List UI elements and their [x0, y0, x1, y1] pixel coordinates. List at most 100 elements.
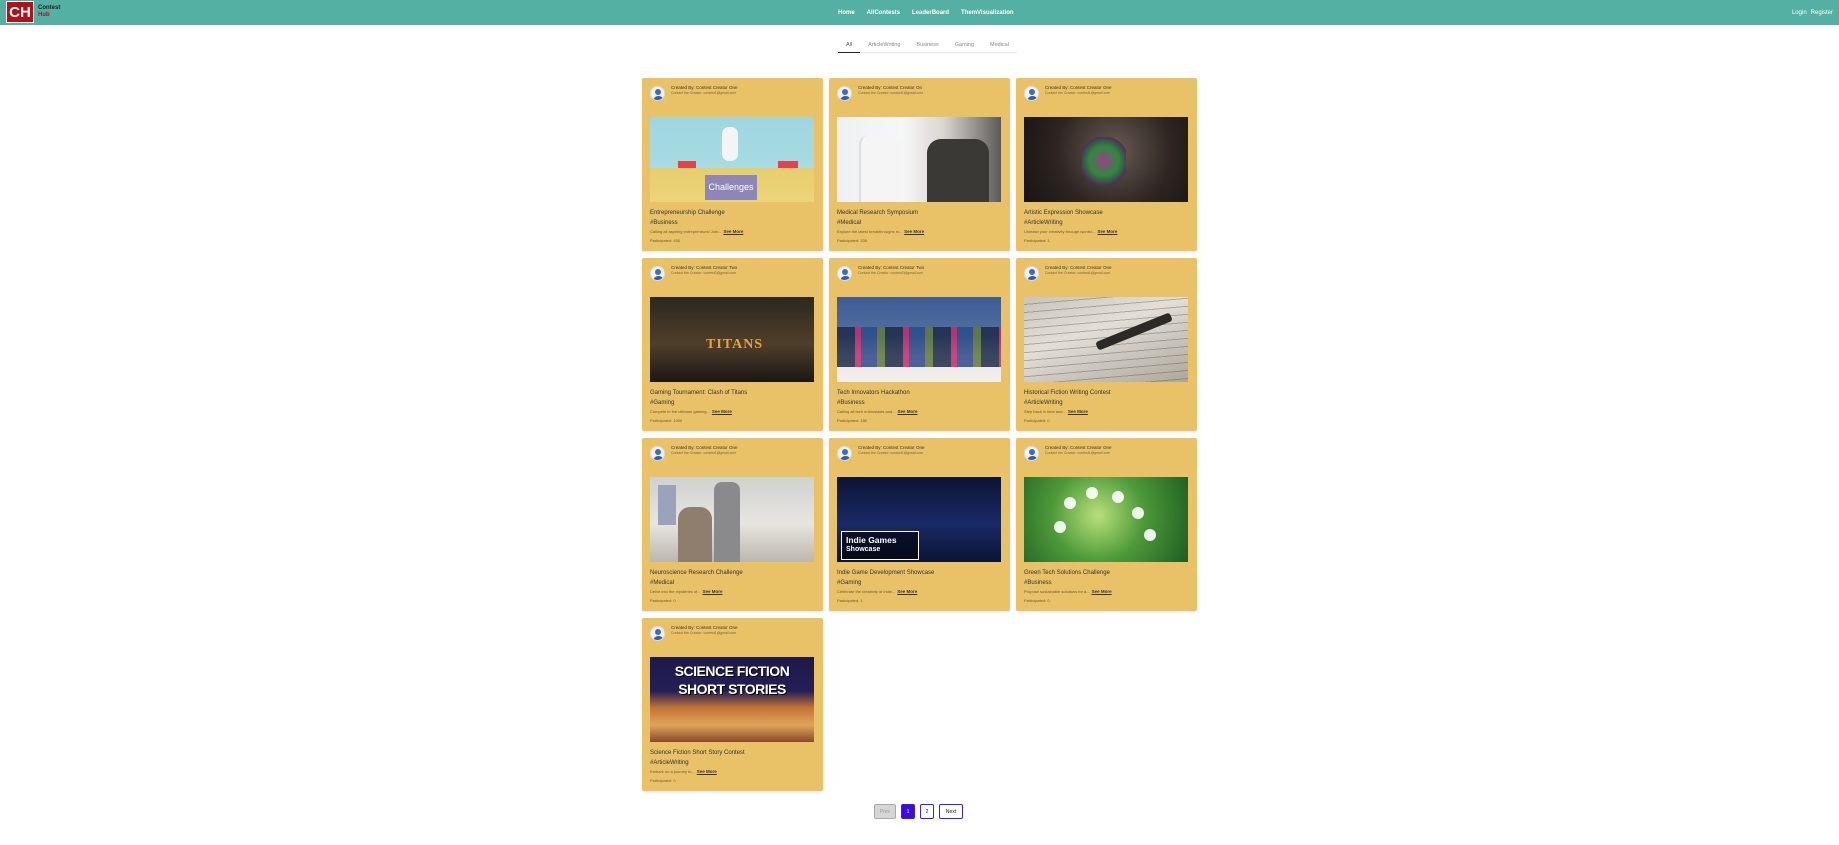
creator-contact-text: Contact the Creator: contest1@gmail.com [671, 91, 737, 95]
see-more-link[interactable]: See More [1068, 409, 1088, 414]
creator-avatar [1024, 86, 1039, 101]
see-more-link[interactable]: See More [702, 589, 722, 594]
contest-title: Tech Innovators Hackathon [837, 390, 910, 396]
creator-info: Created By: Contest Creator Two Contact t… [671, 265, 737, 276]
card-creator: Created By: Contest Creator One Contact t… [1024, 85, 1189, 103]
page-1-button[interactable]: 1 [901, 804, 915, 819]
contest-card[interactable]: Created By: Contest Creator One Contact t… [1016, 438, 1197, 611]
creator-avatar [837, 446, 852, 461]
contest-title: Green Tech Solutions Challenge [1024, 570, 1110, 576]
card-creator: Created By: Contest Creator One Contact t… [650, 445, 815, 463]
contest-card[interactable]: Created By: Contest Creator One Contact t… [642, 438, 823, 611]
creator-contact-text: Contact the Creator: contest2@gmail.com [858, 271, 924, 275]
contest-description: Unleash your creativity through words!..… [1024, 229, 1189, 235]
logo-mark: CH [6, 1, 34, 23]
nav-allcontests-link[interactable]: AllContests [867, 10, 900, 16]
creator-info: Created By: Contest Creator Two Contact t… [858, 265, 924, 276]
contest-description: Compete in the ultimate gaming... See Mor… [650, 409, 815, 415]
register-link[interactable]: Register [1811, 10, 1833, 16]
card-creator: Created By: Contest Creator One Contact t… [1024, 445, 1189, 463]
description-text: Propose sustainable solutions for a... [1024, 589, 1090, 594]
nav-visualization-link[interactable]: ThemVisualization [961, 10, 1014, 16]
category-tabs: All ArticleWriting Business Gaming Medic… [838, 40, 1017, 53]
participated-count: Participated: 0 [1024, 418, 1050, 423]
contest-card[interactable]: Created By: Contest Creator Two Contact t… [829, 258, 1010, 431]
contest-card[interactable]: Created By: Contest Creator One Contact t… [1016, 258, 1197, 431]
contest-card[interactable]: Created By: Contest Creator One Contact t… [642, 618, 823, 791]
contest-card[interactable]: Created By: Contest Creator One Contact t… [829, 438, 1010, 611]
navbar: CH Contest Hub Home AllContests LeaderBo… [0, 0, 1839, 25]
creator-info: Created By: Contest Creator One Contact t… [671, 85, 738, 96]
see-more-link[interactable]: See More [723, 229, 743, 234]
see-more-link[interactable]: See More [897, 589, 917, 594]
creator-contact-text: Contact the Creator: contest1@gmail.com [1045, 451, 1111, 455]
contest-tag: #Medical [837, 220, 862, 226]
contest-image: Challenges [650, 117, 814, 202]
contest-image [837, 117, 1001, 202]
contest-card[interactable]: Created By: Contest Creator Two Contact t… [642, 258, 823, 431]
creator-contact-text: Contact the Creator: contest1@gmail.com [858, 451, 924, 455]
see-more-link[interactable]: See More [1092, 589, 1112, 594]
contest-image [1024, 477, 1188, 562]
nav-home-link[interactable]: Home [838, 10, 855, 16]
contest-card[interactable]: Created By: Contest Creator One Contact t… [642, 78, 823, 251]
contest-tag: #ArticleWriting [650, 760, 689, 766]
next-page-button[interactable]: Next [939, 804, 963, 819]
thumb-subcaption: SHORT STORIES [678, 681, 786, 697]
login-link[interactable]: Login [1792, 10, 1807, 16]
description-text: Celebrate the creativity of indie... [837, 589, 896, 594]
card-creator: Created By: Contest Creator Two Contact t… [837, 265, 1002, 283]
nav-links: Home AllContests LeaderBoard ThemVisuali… [838, 0, 1014, 25]
thumb-subcaption: Showcase [846, 546, 881, 553]
contest-description: Calling all aspiring entrepreneurs! Join… [650, 229, 815, 235]
creator-contact-text: Contact the Creator: contest1@gmail.com [671, 451, 737, 455]
card-creator: Created By: Contest Creator One Contact t… [650, 85, 815, 103]
see-more-link[interactable]: See More [897, 409, 917, 414]
contest-image [650, 477, 814, 562]
contest-title: Neuroscience Research Challenge [650, 570, 743, 576]
contest-title: Science Fiction Short Story Contest [650, 750, 745, 756]
thumb-caption: Challenges [708, 182, 754, 192]
contest-title: Entrepreneurship Challenge [650, 210, 725, 216]
pagination: Prev 1 2 Next [874, 804, 963, 819]
see-more-link[interactable]: See More [904, 229, 924, 234]
tab-articlewriting[interactable]: ArticleWriting [860, 40, 909, 53]
prev-page-button[interactable]: Prev [874, 804, 896, 819]
tab-all[interactable]: All [838, 40, 861, 53]
contest-card[interactable]: Created By: Contest Creator On Contact th… [829, 78, 1010, 251]
tab-medical[interactable]: Medical [982, 40, 1017, 53]
creator-info: Created By: Contest Creator One Contact t… [671, 625, 738, 636]
creator-contact-text: Contact the Creator: contest1@gmail.com [858, 91, 924, 95]
description-text: Step back in time and... [1024, 409, 1066, 414]
nav-leaderboard-link[interactable]: LeaderBoard [912, 10, 949, 16]
contest-image: SCIENCE FICTION SHORT STORIES [650, 657, 814, 742]
creator-avatar [650, 266, 665, 281]
tab-business[interactable]: Business [908, 40, 947, 53]
card-creator: Created By: Contest Creator One Contact t… [837, 445, 1002, 463]
description-text: Explore the latest breakthroughs in... [837, 229, 903, 234]
creator-avatar [837, 86, 852, 101]
contest-tag: #Gaming [650, 400, 675, 406]
contest-description: Propose sustainable solutions for a... Se… [1024, 589, 1189, 595]
contest-image [837, 297, 1001, 382]
tab-gaming[interactable]: Gaming [946, 40, 983, 53]
contest-tag: #Business [650, 220, 678, 226]
creator-info: Created By: Contest Creator One Contact t… [1045, 445, 1112, 456]
creator-avatar [1024, 266, 1039, 281]
creator-contact-text: Contact the Creator: contest2@gmail.com [671, 271, 737, 275]
thumb-caption: TITANS [706, 337, 764, 352]
card-creator: Created By: Contest Creator Two Contact t… [650, 265, 815, 283]
creator-contact-text: Contact the Creator: contest1@gmail.com [1045, 91, 1111, 95]
see-more-link[interactable]: See More [712, 409, 732, 414]
description-text: Delve into the mysteries of... [650, 589, 701, 594]
thumb-caption: SCIENCE FICTION [674, 663, 790, 679]
creator-info: Created By: Contest Creator One Contact t… [671, 445, 738, 456]
contest-card[interactable]: Created By: Contest Creator One Contact t… [1016, 78, 1197, 251]
participated-count: Participated: 0 [650, 778, 676, 783]
contest-description: Explore the latest breakthroughs in... Se… [837, 229, 1002, 235]
see-more-link[interactable]: See More [697, 769, 717, 774]
description-text: Calling all tech enthusiasts and... [837, 409, 896, 414]
see-more-link[interactable]: See More [1097, 229, 1117, 234]
brand-logo[interactable]: CH Contest Hub [6, 1, 60, 23]
page-2-button[interactable]: 2 [920, 804, 934, 819]
